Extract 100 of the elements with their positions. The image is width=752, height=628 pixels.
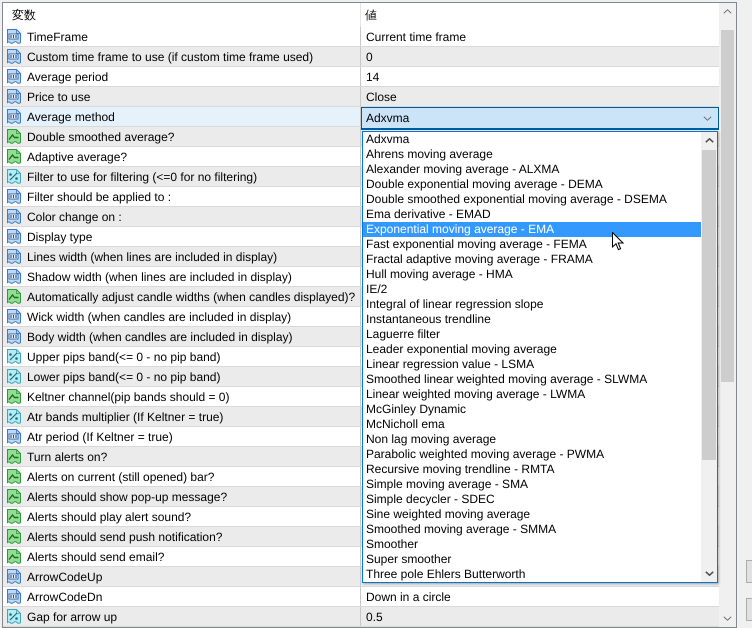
property-name: Automatically adjust candle widths (when candles displayed)? — [27, 290, 356, 304]
percent-tile-icon — [6, 368, 22, 385]
property-name: Custom time frame to use (if custom time frame used) — [27, 50, 314, 64]
bars-tile-icon — [6, 68, 22, 85]
property-name: Shadow width (when lines are included in display) — [27, 270, 292, 284]
table-row[interactable]: Custom time frame to use (if custom time frame used) 0 — [3, 47, 719, 67]
property-name: TimeFrame — [27, 30, 88, 44]
property-name: Wick width (when candles are included in display) — [27, 310, 292, 324]
property-name: Alerts should send push notification? — [27, 530, 222, 544]
line-graph-tile-icon — [6, 528, 22, 545]
property-name: Upper pips band(<= 0 - no pip band) — [27, 350, 220, 364]
dropdown-option[interactable]: Super smoother — [363, 552, 701, 567]
dropdown-option[interactable]: Sine weighted moving average — [363, 507, 701, 522]
table-row[interactable]: Average period 14 — [3, 67, 719, 87]
chevron-down-icon — [703, 116, 712, 120]
dropdown-option[interactable]: Double smoothed exponential moving average - DSEMA — [363, 192, 701, 207]
property-name: Color change on : — [27, 210, 122, 224]
property-name: Alerts should play alert sound? — [27, 510, 192, 524]
line-graph-tile-icon — [6, 468, 22, 485]
line-graph-tile-icon — [6, 128, 22, 145]
property-name: Average method — [27, 110, 115, 124]
bars-tile-icon — [6, 228, 22, 245]
chevron-down-icon[interactable] — [723, 616, 732, 621]
property-name: Adaptive average? — [27, 150, 128, 164]
property-name: Alerts on current (still opened) bar? — [27, 470, 214, 484]
property-value: 14 — [366, 70, 380, 84]
mouse-pointer-icon — [612, 232, 624, 251]
dropdown-option[interactable]: Ahrens moving average — [363, 147, 701, 162]
percent-tile-icon — [6, 408, 22, 425]
bars-tile-icon — [6, 108, 22, 125]
property-name: Double smoothed average? — [27, 130, 174, 144]
scrollbar[interactable] — [719, 3, 736, 627]
bars-tile-icon — [6, 328, 22, 345]
bars-tile-icon — [6, 568, 22, 585]
bars-tile-icon — [6, 248, 22, 265]
dropdown-option[interactable]: Non lag moving average — [363, 432, 701, 447]
property-value: Current time frame — [366, 30, 466, 44]
percent-tile-icon — [6, 348, 22, 365]
table-row[interactable]: Price to use Close — [3, 87, 719, 107]
property-name: Keltner channel(pip bands should = 0) — [27, 390, 230, 404]
property-name: Average period — [27, 70, 108, 84]
bars-tile-icon — [6, 28, 22, 45]
column-header: 値 — [364, 6, 378, 24]
scroll-thumb[interactable] — [721, 30, 734, 382]
dropdown-option[interactable]: Three pole Ehlers Butterworth — [363, 567, 701, 582]
dropdown-option[interactable]: Laguerre filter — [363, 327, 701, 342]
line-graph-tile-icon — [6, 548, 22, 565]
property-value: Down in a circle — [366, 590, 451, 604]
property-name: Alerts should show pop-up message? — [27, 490, 228, 504]
percent-tile-icon — [6, 168, 22, 185]
bars-tile-icon — [6, 208, 22, 225]
chevron-down-icon[interactable] — [704, 571, 714, 576]
property-name: Alerts should send email? — [27, 550, 164, 564]
dropdown-list[interactable] — [362, 131, 718, 583]
bars-tile-icon — [6, 188, 22, 205]
line-graph-tile-icon — [6, 448, 22, 465]
bars-tile-icon — [6, 48, 22, 65]
table-row[interactable]: Gap for arrow up 0.5 — [3, 607, 719, 627]
property-name: Filter to use for filtering (<=0 for no filtering) — [27, 170, 258, 184]
property-value: 0.5 — [366, 610, 383, 624]
property-value: 0 — [366, 50, 373, 64]
line-graph-tile-icon — [6, 148, 22, 165]
property-name: Atr bands multiplier (If Keltner = true) — [27, 410, 224, 424]
combo-box[interactable]: Adxvma — [361, 107, 719, 130]
table-row[interactable]: TimeFrame Current time frame — [3, 27, 719, 47]
bars-tile-icon — [6, 308, 22, 325]
property-name: Filter should be applied to : — [27, 190, 172, 204]
percent-tile-icon — [6, 608, 22, 625]
bars-tile-icon — [6, 268, 22, 285]
line-graph-tile-icon — [6, 388, 22, 405]
dropdown-option[interactable]: Adxvma — [363, 132, 701, 147]
property-name: Price to use — [27, 90, 90, 104]
dropdown-option[interactable]: Hull moving average - HMA — [363, 267, 701, 282]
chevron-up-icon[interactable] — [723, 9, 732, 14]
dropdown-option[interactable]: Fractal adaptive moving average - FRAMA — [363, 252, 701, 267]
property-value: Close — [366, 90, 397, 104]
property-name: ArrowCodeUp — [27, 570, 102, 584]
bars-tile-icon — [6, 588, 22, 605]
dropdown-option[interactable]: Ema derivative - EMAD — [363, 207, 701, 222]
dropdown-option[interactable]: Smoothed linear weighted moving average - SLWMA — [363, 372, 701, 387]
dropdown-option[interactable]: Instantaneous trendline — [363, 312, 701, 327]
line-graph-tile-icon — [6, 488, 22, 505]
dropdown-option[interactable]: Linear weighted moving average - LWMA — [363, 387, 701, 402]
property-name: Turn alerts on? — [27, 450, 108, 464]
property-name: Body width (when candles are included in display) — [27, 330, 292, 344]
line-graph-tile-icon — [6, 288, 22, 305]
bars-tile-icon — [6, 428, 22, 445]
bars-tile-icon — [6, 88, 22, 105]
property-name: Display type — [27, 230, 92, 244]
property-name: Atr period (If Keltner = true) — [27, 430, 173, 444]
property-name: ArrowCodeDn — [27, 590, 102, 604]
scrollbar[interactable] — [701, 132, 717, 582]
chevron-up-icon[interactable] — [704, 138, 714, 143]
property-name: Gap for arrow up — [27, 610, 118, 624]
property-name: Lower pips band(<= 0 - no pip band) — [27, 370, 220, 384]
table-row[interactable]: ArrowCodeDn Down in a circle — [3, 587, 719, 607]
dropdown-option[interactable]: Parabolic weighted moving average - PWMA — [363, 447, 701, 462]
scroll-thumb[interactable] — [702, 150, 716, 460]
line-graph-tile-icon — [6, 508, 22, 525]
dropdown-option[interactable]: Simple decycler - SDEC — [363, 492, 701, 507]
